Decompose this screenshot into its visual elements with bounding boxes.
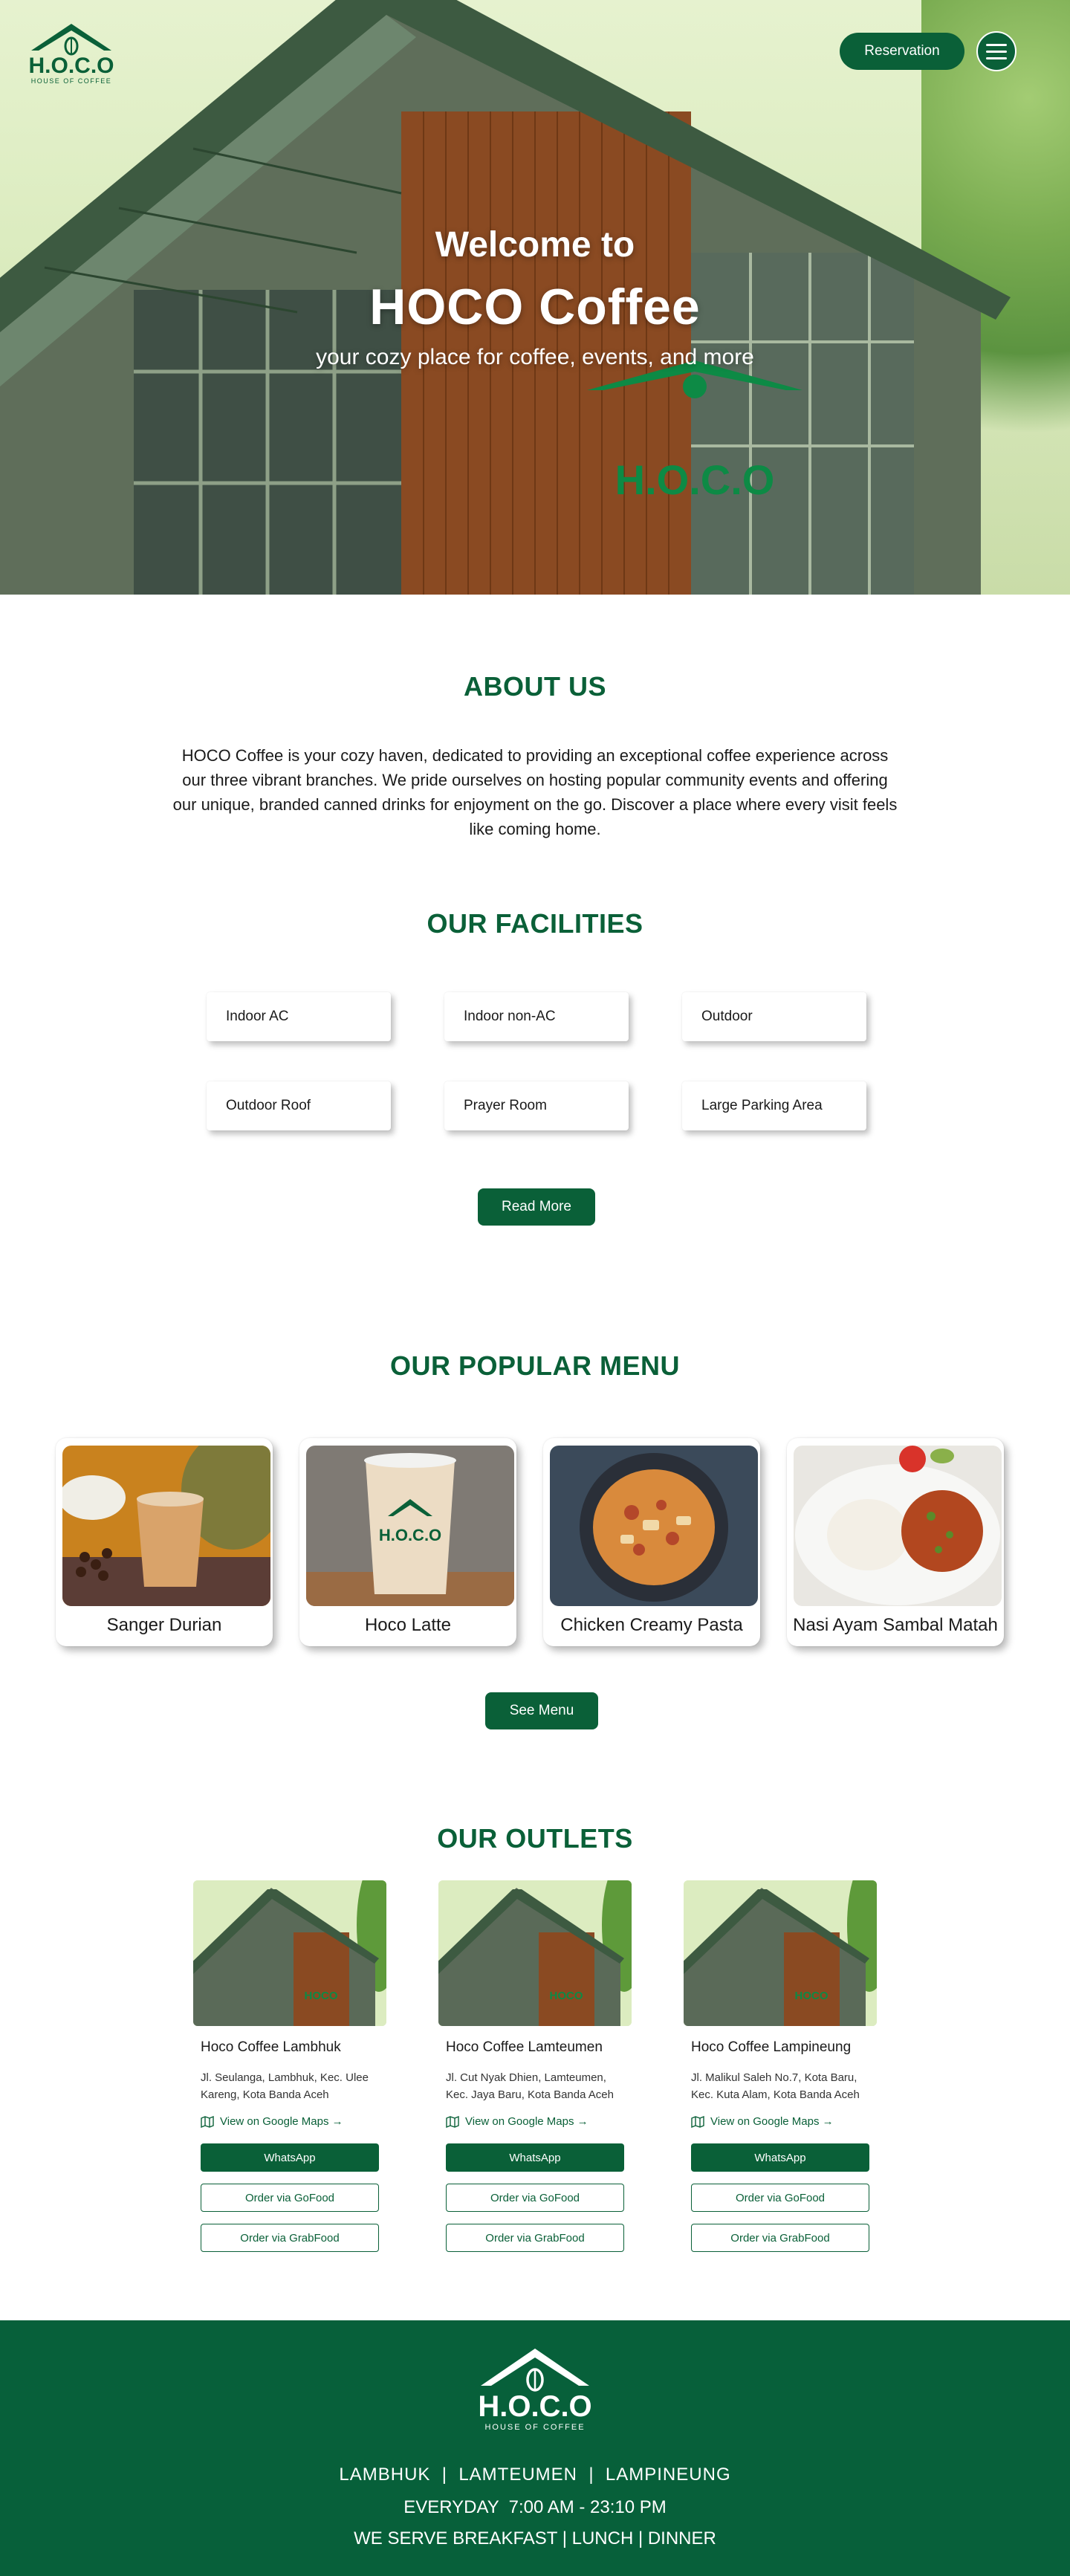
menu-card[interactable]: H.O.C.O Hoco Latte (299, 1438, 516, 1646)
svg-text:H.O.C.O: H.O.C.O (379, 1526, 441, 1544)
menu-item-name: Nasi Ayam Sambal Matah (793, 1615, 998, 1635)
map-icon (691, 2115, 704, 2128)
menu-image-nasi-ayam-sambal-matah (794, 1446, 1002, 1606)
facility-label: Outdoor Roof (226, 1098, 311, 1113)
outlet-name: Hoco Coffee Lampineung (691, 2039, 852, 2055)
facility-label: Outdoor (701, 1009, 753, 1024)
footer-serves: WE SERVE BREAKFAST | LUNCH | DINNER (354, 2528, 716, 2549)
read-more-button[interactable]: Read More (478, 1188, 595, 1226)
map-icon (201, 2115, 214, 2128)
facility-card: Outdoor Roof (207, 1081, 391, 1130)
menu-card[interactable]: Nasi Ayam Sambal Matah (787, 1438, 1004, 1646)
menu-image-hoco-latte: H.O.C.O (306, 1446, 514, 1606)
maps-label: View on Google Maps → (220, 2115, 343, 2128)
see-menu-button[interactable]: See Menu (485, 1692, 598, 1729)
hamburger-menu-icon[interactable] (976, 31, 1016, 71)
gofood-button[interactable]: Order via GoFood (201, 2184, 379, 2212)
menu-image-sanger-durian (62, 1446, 270, 1606)
grabfood-button[interactable]: Order via GrabFood (201, 2224, 379, 2252)
svg-text:HOCO: HOCO (305, 1990, 338, 2002)
maps-label: View on Google Maps → (710, 2115, 834, 2128)
reservation-button[interactable]: Reservation (840, 33, 964, 70)
facility-card: Prayer Room (444, 1081, 629, 1130)
hero-text: Welcome to HOCO Coffee your cozy place f… (0, 219, 1070, 372)
facility-card: Indoor non-AC (444, 992, 629, 1041)
menu-card[interactable]: Chicken Creamy Pasta (543, 1438, 760, 1646)
sign-text: H.O.C.O (615, 456, 775, 503)
footer-logo-text: H.O.C.O (478, 2390, 591, 2423)
grabfood-button[interactable]: Order via GrabFood (446, 2224, 624, 2252)
footer-branches: LAMBHUK | LAMTEUMEN | LAMPINEUNG (339, 2465, 731, 2485)
facility-card: Large Parking Area (682, 1081, 866, 1130)
outlet-address: Jl. Malikul Saleh No.7, Kota Baru, Kec. … (691, 2071, 860, 2101)
facility-card: Indoor AC (207, 992, 391, 1041)
footer-logo-tagline: HOUSE OF COFFEE (484, 2423, 585, 2432)
outlet-image: HOCO (684, 1880, 877, 2026)
gofood-button[interactable]: Order via GoFood (691, 2184, 869, 2212)
maps-link[interactable]: View on Google Maps → (691, 2115, 834, 2128)
whatsapp-button[interactable]: WhatsApp (691, 2143, 869, 2172)
facility-label: Large Parking Area (701, 1098, 823, 1113)
whatsapp-button[interactable]: WhatsApp (446, 2143, 624, 2172)
whatsapp-button[interactable]: WhatsApp (201, 2143, 379, 2172)
hero-section: H.O.C.O Welcome to HOCO Coffee your cozy… (0, 0, 1070, 595)
svg-text:HOCO: HOCO (550, 1990, 583, 2002)
hero-title: HOCO Coffee (369, 279, 701, 335)
hero-welcome: Welcome to (435, 225, 635, 265)
facility-label: Indoor non-AC (464, 1009, 556, 1024)
facility-card: Outdoor (682, 992, 866, 1041)
footer: H.O.C.O HOUSE OF COFFEE LAMBHUK | LAMTEU… (0, 2320, 1070, 2576)
outlet-image: HOCO (438, 1880, 632, 2026)
menu-card[interactable]: Sanger Durian (56, 1438, 273, 1646)
grabfood-button[interactable]: Order via GrabFood (691, 2224, 869, 2252)
facilities-title: OUR FACILITIES (427, 908, 643, 939)
footer-logo: H.O.C.O HOUSE OF COFFEE (478, 2349, 592, 2432)
menu-image-chicken-creamy-pasta (550, 1446, 758, 1606)
menu-title: OUR POPULAR MENU (389, 1350, 680, 1381)
outlets-title: OUR OUTLETS (437, 1823, 633, 1854)
outlet-address: Jl. Cut Nyak Dhien, Lamteumen, Kec. Jaya… (446, 2071, 614, 2101)
outlet-address: Jl. Seulanga, Lambhuk, Kec. Ulee Kareng,… (201, 2071, 369, 2101)
svg-text:HOCO: HOCO (795, 1990, 829, 2002)
hoco-logo[interactable]: H.O.C.O HOUSE OF COFFEE (25, 21, 117, 86)
maps-link[interactable]: View on Google Maps → (446, 2115, 588, 2128)
maps-link[interactable]: View on Google Maps → (201, 2115, 343, 2128)
logo-text: H.O.C.O (28, 54, 114, 78)
menu-item-name: Hoco Latte (364, 1615, 452, 1635)
outlet-image: HOCO (193, 1880, 386, 2026)
menu-item-name: Sanger Durian (106, 1615, 222, 1635)
about-text: HOCO Coffee is your cozy haven, dedicate… (172, 746, 898, 838)
logo-tagline: HOUSE OF COFFEE (31, 77, 112, 85)
gofood-button[interactable]: Order via GoFood (446, 2184, 624, 2212)
menu-item-name: Chicken Creamy Pasta (560, 1615, 743, 1635)
about-title: ABOUT US (464, 671, 606, 702)
facility-label: Prayer Room (464, 1098, 547, 1113)
footer-hours: EVERYDAY 7:00 AM - 23:10 PM (403, 2497, 667, 2517)
facility-label: Indoor AC (226, 1009, 289, 1024)
maps-label: View on Google Maps → (465, 2115, 588, 2128)
hero-subtitle: your cozy place for coffee, events, and … (316, 345, 754, 369)
outlet-name: Hoco Coffee Lamteumen (446, 2039, 603, 2055)
outlet-name: Hoco Coffee Lambhuk (201, 2039, 341, 2055)
map-icon (446, 2115, 459, 2128)
